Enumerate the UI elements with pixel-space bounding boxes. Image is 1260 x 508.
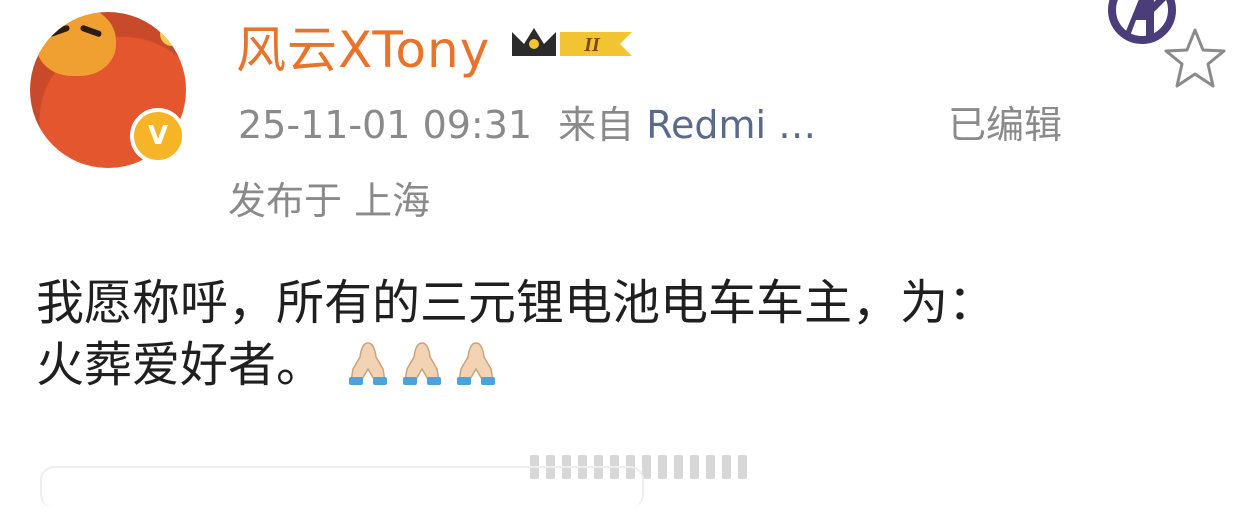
content-line-2-wrap: 火葬爱好者。 bbox=[36, 334, 1216, 396]
folded-hands-icon bbox=[403, 342, 442, 385]
tiger-mascot-icon bbox=[36, 12, 116, 76]
edited-label[interactable]: 已编辑 bbox=[948, 94, 1062, 149]
post-meta: 25-11-01 09:31 来自 Redmi … bbox=[238, 94, 816, 149]
timestamp: 25-11-01 09:31 bbox=[238, 103, 533, 147]
decoration-icon bbox=[160, 22, 184, 46]
post-content: 我愿称呼，所有的三元锂电池电车车主，为： 火葬爱好者。 bbox=[36, 272, 1216, 396]
source-link[interactable]: Redmi … bbox=[646, 103, 816, 147]
folded-hands-icon bbox=[457, 342, 496, 385]
location: 发布于 上海 bbox=[228, 179, 431, 223]
source-prefix: 来自 bbox=[558, 103, 635, 147]
crown-vip-icon[interactable]: II bbox=[508, 22, 636, 66]
username[interactable]: 风云XTony bbox=[236, 10, 490, 82]
vip-level: II bbox=[583, 34, 601, 56]
folded-hands-icon bbox=[349, 342, 388, 385]
star-outline-icon[interactable] bbox=[1160, 24, 1230, 94]
content-line-1: 我愿称呼，所有的三元锂电池电车车主，为： bbox=[36, 275, 997, 331]
verified-v-icon: V bbox=[130, 108, 186, 164]
content-line-2: 火葬爱好者。 bbox=[36, 337, 325, 393]
quoted-card-edge[interactable] bbox=[40, 466, 644, 508]
